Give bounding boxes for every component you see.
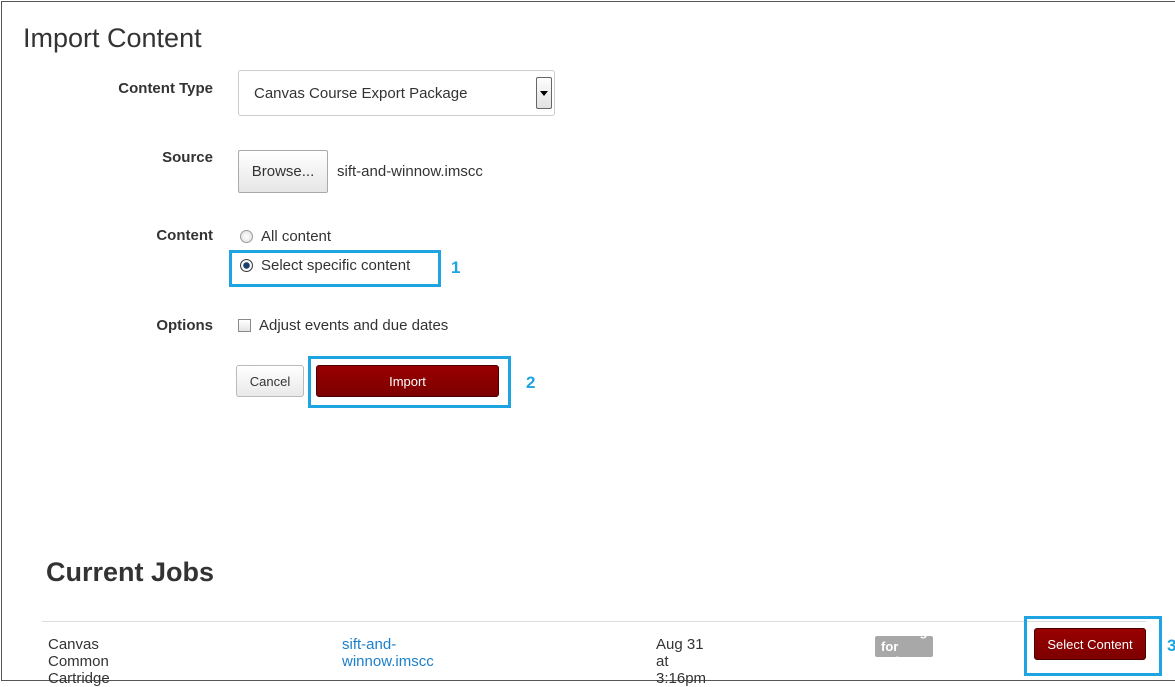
callout-2: 2 <box>526 373 536 392</box>
job-file-link[interactable]: sift-and-winnow.imscc <box>342 636 434 670</box>
content-type-value: Canvas Course Export Package <box>254 84 468 102</box>
adjust-dates-option[interactable]: Adjust events and due dates <box>238 317 448 334</box>
import-button[interactable]: Import <box>316 365 499 397</box>
adjust-dates-label: Adjust events and due dates <box>259 317 449 334</box>
job-date: Aug 31 at 3:16pm <box>656 636 707 687</box>
cancel-button[interactable]: Cancel <box>236 365 304 397</box>
radio-all-content[interactable]: All content <box>240 228 331 245</box>
chevron-down-icon[interactable] <box>536 77 552 109</box>
radio-select-specific[interactable]: Select specific content <box>240 257 410 274</box>
content-type-select[interactable]: Canvas Course Export Package <box>238 70 555 116</box>
browse-button[interactable]: Browse... <box>238 150 328 193</box>
radio-all-content-label: All content <box>261 228 332 245</box>
job-type: Canvas Common Cartridge <box>48 636 110 687</box>
content-label: Content <box>156 227 213 244</box>
options-label: Options <box>156 317 213 334</box>
source-label: Source <box>162 149 213 166</box>
source-file-name: sift-and-winnow.imscc <box>337 163 483 180</box>
radio-select-specific-button[interactable] <box>240 259 253 272</box>
status-badge: Waiting for select <box>875 624 934 669</box>
adjust-dates-checkbox[interactable] <box>238 319 251 332</box>
content-type-label: Content Type <box>118 80 213 97</box>
radio-select-specific-label: Select specific content <box>261 257 411 274</box>
callout-1: 1 <box>451 258 461 277</box>
select-content-button[interactable]: Select Content <box>1034 628 1146 660</box>
jobs-divider <box>42 621 1146 622</box>
page-title: Import Content <box>23 23 202 53</box>
callout-3: 3 <box>1167 636 1175 655</box>
radio-all-content-button[interactable] <box>240 230 253 243</box>
current-jobs-heading: Current Jobs <box>46 557 215 587</box>
